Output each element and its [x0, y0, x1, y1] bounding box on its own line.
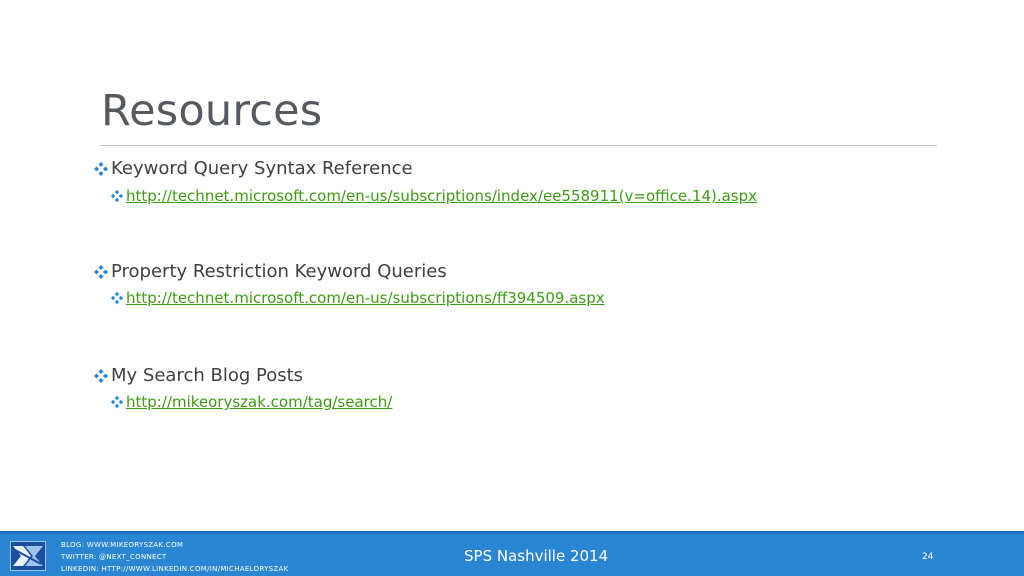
next-connect-logo: [10, 541, 46, 571]
footer-blog: BLOG: WWW.MIKEORYSZAK.COM: [61, 541, 184, 549]
title-divider: [100, 145, 937, 146]
four-diamond-bullet-icon: [93, 264, 109, 280]
four-diamond-bullet-icon: [110, 395, 124, 409]
link-item-search-blog[interactable]: http://mikeoryszak.com/tag/search/: [110, 393, 392, 411]
bullet-keyword-query-syntax: Keyword Query Syntax Reference: [93, 158, 413, 179]
link-item-keyword-query[interactable]: http://technet.microsoft.com/en-us/subsc…: [110, 187, 757, 205]
footer-divider: [0, 531, 1024, 534]
footer-twitter: TWITTER: @NEXT_CONNECT: [61, 553, 167, 561]
bullet-heading: My Search Blog Posts: [111, 365, 304, 386]
four-diamond-bullet-icon: [110, 291, 124, 305]
link-item-property-restriction[interactable]: http://technet.microsoft.com/en-us/subsc…: [110, 289, 605, 307]
four-diamond-bullet-icon: [93, 161, 109, 177]
hyperlink[interactable]: http://technet.microsoft.com/en-us/subsc…: [126, 187, 757, 205]
four-diamond-bullet-icon: [110, 189, 124, 203]
hyperlink[interactable]: http://mikeoryszak.com/tag/search/: [126, 393, 392, 411]
slide-title: Resources: [101, 86, 323, 136]
bullet-search-blog-posts: My Search Blog Posts: [93, 365, 303, 386]
slide-number: 24: [922, 552, 934, 562]
footer-linkedin: LINKEDIN: HTTP://WWW.LINKEDIN.COM/IN/MIC…: [61, 565, 289, 573]
footer-event-name: SPS Nashville 2014: [464, 547, 609, 565]
bullet-property-restriction: Property Restriction Keyword Queries: [93, 261, 447, 282]
bullet-heading: Keyword Query Syntax Reference: [111, 158, 413, 179]
footer-contact-info: BLOG: WWW.MIKEORYSZAK.COM TWITTER: @NEXT…: [61, 539, 288, 575]
four-diamond-bullet-icon: [93, 368, 109, 384]
bullet-heading: Property Restriction Keyword Queries: [111, 261, 447, 282]
hyperlink[interactable]: http://technet.microsoft.com/en-us/subsc…: [126, 289, 605, 307]
